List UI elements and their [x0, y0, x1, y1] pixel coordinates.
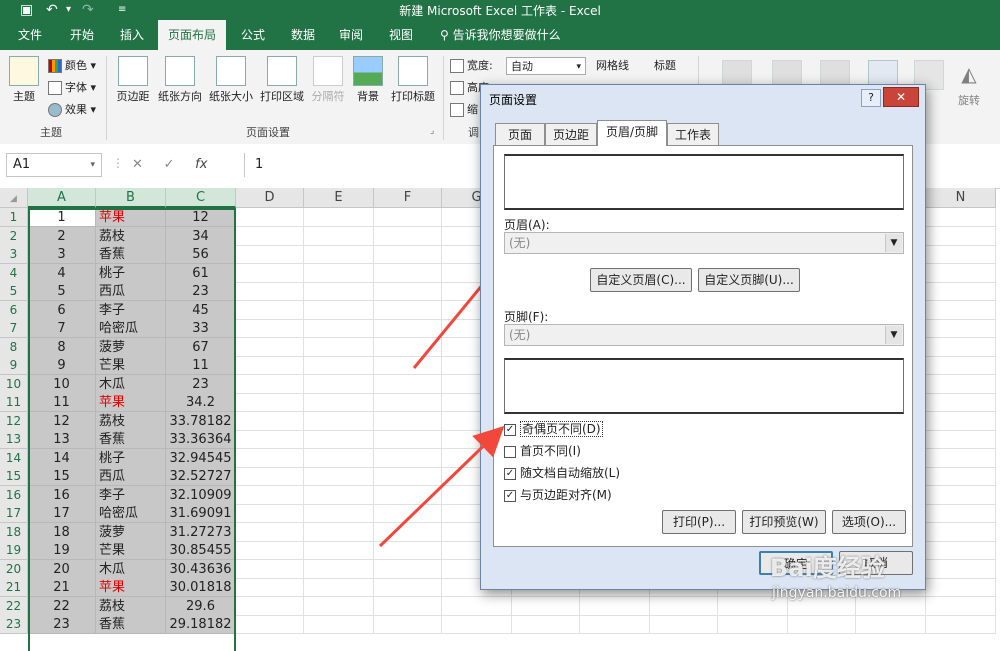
- header-preview: [504, 154, 904, 210]
- tab-page[interactable]: 页面: [495, 123, 545, 145]
- checkmark-icon: ✓: [504, 467, 516, 480]
- custom-header-button[interactable]: 自定义页眉(C)...: [590, 268, 692, 292]
- checkmark-icon: ✓: [504, 489, 516, 502]
- footer-preview: [504, 358, 904, 414]
- print-button[interactable]: 打印(P)...: [662, 510, 736, 534]
- close-icon: ✕: [895, 90, 907, 104]
- footer-select[interactable]: (无) ▼: [504, 324, 904, 346]
- checkbox-empty-icon: [504, 445, 516, 458]
- watermark-url: jingyan.baidu.com: [772, 585, 902, 601]
- tab-sheet[interactable]: 工作表: [667, 123, 719, 145]
- header-select[interactable]: (无) ▼: [504, 232, 904, 254]
- baidu-watermark: Bai度经验: [770, 554, 885, 582]
- checkmark-icon: ✓: [504, 423, 516, 436]
- print-preview-button[interactable]: 打印预览(W): [742, 510, 826, 534]
- chevron-down-icon: ▼: [885, 234, 902, 252]
- align-margins-checkbox[interactable]: ✓ 与页边距对齐(M): [504, 486, 612, 504]
- tab-header-footer[interactable]: 页眉/页脚: [597, 120, 667, 146]
- options-button[interactable]: 选项(O)...: [832, 510, 906, 534]
- scale-with-document-checkbox[interactable]: ✓ 随文档自动缩放(L): [504, 464, 620, 482]
- custom-footer-button[interactable]: 自定义页脚(U)...: [698, 268, 800, 292]
- first-page-checkbox[interactable]: 首页不同(I): [504, 442, 581, 460]
- odd-even-checkbox[interactable]: ✓ 奇偶页不同(D): [504, 420, 603, 438]
- footer-label: 页脚(F):: [504, 310, 549, 324]
- tab-margins[interactable]: 页边距: [545, 123, 597, 145]
- close-button[interactable]: ✕: [883, 87, 919, 107]
- help-button[interactable]: ?: [861, 89, 881, 107]
- header-label: 页眉(A):: [504, 218, 550, 232]
- dialog-title: 页面设置: [489, 93, 538, 107]
- chevron-down-icon: ▼: [885, 326, 902, 344]
- page-setup-dialog: 页面设置 ? ✕ 页面 页边距 页眉/页脚 工作表 页眉(A): (无) ▼ 自定…: [480, 84, 926, 590]
- header-footer-panel: 页眉(A): (无) ▼ 自定义页眉(C)... 自定义页脚(U)... 页脚(F…: [493, 145, 913, 547]
